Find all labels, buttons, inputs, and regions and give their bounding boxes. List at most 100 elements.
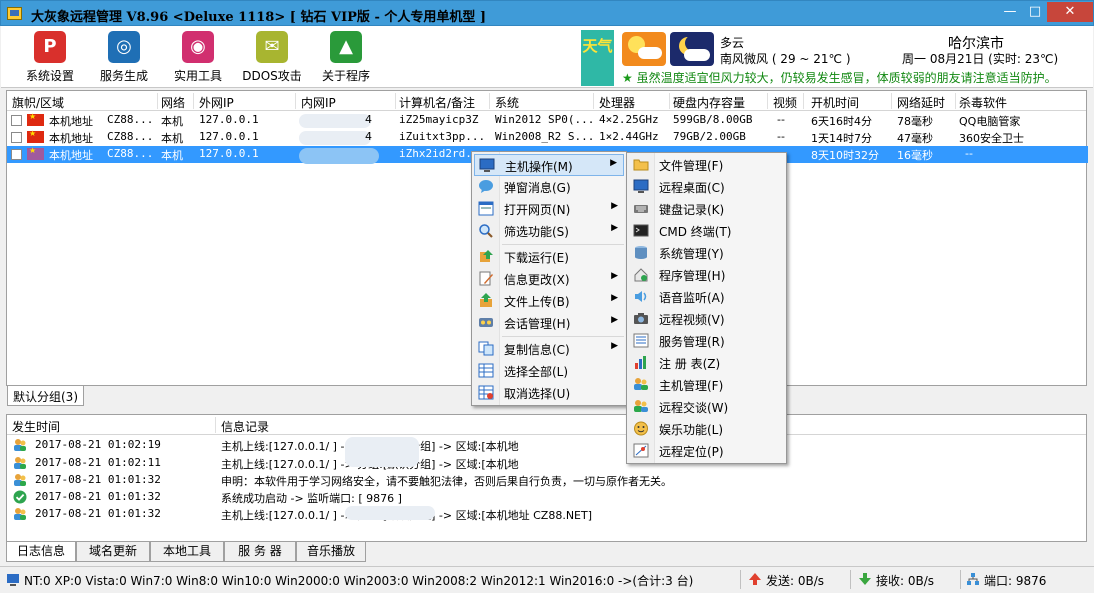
tab-domain-update[interactable]: 域名更新	[76, 542, 150, 562]
status-bar: NT:0 XP:0 Vista:0 Win7:0 Win8:0 Win10:0 …	[0, 566, 1094, 593]
cell-wan-ip: 127.0.0.1	[199, 113, 259, 126]
col-message[interactable]: 信息记录	[221, 418, 269, 435]
cell-region: 本机地址	[49, 132, 93, 145]
cell-latency: 47毫秒	[897, 132, 933, 145]
cell-wan-ip: 127.0.0.1	[199, 147, 259, 160]
menu-item-deselect[interactable]: 取消选择(U)	[474, 382, 624, 404]
submenu-item-remote-chat[interactable]: 远程交谈(W)	[629, 396, 785, 418]
tool-label: 实用工具	[173, 69, 222, 83]
submenu-item-remote-locate[interactable]: 远程定位(P)	[629, 440, 785, 462]
col-antivirus[interactable]: 杀毒软件	[959, 94, 1007, 111]
about-button[interactable]: ▲ 关于程序	[313, 31, 379, 84]
ddos-icon: ✉	[256, 31, 288, 63]
app-icon	[7, 7, 22, 20]
log-row: 2017-08-21 01:02:19 主机上线:[127.0.0.1/ ] -…	[7, 437, 1086, 454]
col-cpu[interactable]: 处理器	[599, 94, 635, 111]
check-icon	[13, 490, 27, 504]
china-flag-icon	[27, 112, 44, 126]
col-network[interactable]: 网络	[161, 94, 185, 111]
tab-local-tools[interactable]: 本地工具	[150, 542, 224, 562]
submenu-item-remote-video[interactable]: 远程视频(V)	[629, 308, 785, 330]
log-message: 系统成功启动 -> 监听端口: [ 9876 ]	[221, 492, 402, 505]
menu-item-select-all[interactable]: 选择全部(L)	[474, 360, 624, 382]
table-row[interactable]: 本机地址 CZ88... 本机 127.0.0.1 4 iZ25mayicp3Z…	[7, 112, 1088, 129]
submenu-item-entertainment[interactable]: 娱乐功能(L)	[629, 418, 785, 440]
cell-uptime: 8天10时32分	[811, 149, 879, 162]
row-checkbox[interactable]	[11, 132, 22, 143]
submenu-item-host-manage[interactable]: 主机管理(F)	[629, 374, 785, 396]
col-time[interactable]: 发生时间	[12, 418, 60, 435]
menu-item-session-manage[interactable]: 会话管理(H) ▶	[474, 312, 624, 334]
log-panel: 发生时间 信息记录 2017-08-21 01:02:19 主机上线:[127.…	[6, 414, 1087, 542]
submenu-arrow-icon: ▶	[611, 293, 618, 303]
cell-cpu: 4×2.25GHz	[599, 113, 659, 126]
maximize-button[interactable]: □	[1023, 2, 1047, 22]
submenu-item-system-manage[interactable]: 系统管理(Y)	[629, 242, 785, 264]
status-os-counts: NT:0 XP:0 Vista:0 Win7:0 Win8:0 Win10:0 …	[24, 574, 694, 588]
group-tab-default[interactable]: 默认分组(3)	[7, 386, 84, 406]
cell-disk-mem: 79GB/2.00GB	[673, 130, 746, 143]
col-uptime[interactable]: 开机时间	[811, 94, 859, 111]
row-checkbox[interactable]	[11, 115, 22, 126]
menu-item-download-run[interactable]: 下载运行(E)	[474, 246, 624, 268]
col-region[interactable]: 旗帜/区域	[12, 94, 64, 111]
china-flag-icon	[27, 129, 44, 143]
minimize-button[interactable]: —	[997, 2, 1023, 22]
col-os[interactable]: 系统	[495, 94, 519, 111]
network-port-icon	[967, 573, 979, 585]
menu-item-open-webpage[interactable]: 打开网页(N) ▶	[474, 198, 624, 220]
cell-antivirus: 360安全卫士	[959, 132, 1024, 145]
submenu-item-registry[interactable]: 注 册 表(Z)	[629, 352, 785, 374]
col-lan-ip[interactable]: 内网IP	[301, 94, 336, 111]
log-time: 2017-08-21 01:02:11	[35, 456, 161, 469]
menu-item-edit-info[interactable]: 信息更改(X) ▶	[474, 268, 624, 290]
menu-item-file-upload[interactable]: 文件上传(B) ▶	[474, 290, 624, 312]
info-icon	[14, 474, 26, 486]
submenu-item-cmd-terminal[interactable]: CMD 终端(T)	[629, 220, 785, 242]
col-computer[interactable]: 计算机名/备注	[399, 94, 475, 111]
filter-icon	[479, 224, 493, 238]
col-wan-ip[interactable]: 外网IP	[199, 94, 234, 111]
submenu-arrow-icon: ▶	[611, 341, 618, 351]
tab-log[interactable]: 日志信息	[6, 542, 76, 562]
tool-label: 服务生成	[99, 69, 148, 83]
col-video[interactable]: 视频	[773, 94, 797, 111]
terminal-icon	[633, 224, 649, 237]
tab-server[interactable]: 服 务 器	[224, 542, 296, 562]
audio-icon	[635, 291, 647, 302]
menu-item-copy-info[interactable]: 复制信息(C) ▶	[474, 338, 624, 360]
service-generate-button[interactable]: ◎ 服务生成	[91, 31, 157, 84]
tab-music[interactable]: 音乐播放	[296, 542, 366, 562]
menu-item-filter[interactable]: 筛选功能(S) ▶	[474, 220, 624, 242]
system-icon	[635, 246, 647, 259]
user-online-icon	[14, 508, 26, 520]
cell-uptime: 1天14时7分	[811, 132, 872, 145]
log-time: 2017-08-21 01:01:32	[35, 473, 161, 486]
cell-region-note: CZ88...	[107, 147, 154, 160]
table-row[interactable]: 本机地址 CZ88... 本机 127.0.0.1 4 iZuitxt3pp..…	[7, 129, 1088, 146]
title-bar: 大灰象远程管理 V8.96 <Deluxe 1118> [ 钻石 VIP版 - …	[0, 0, 1094, 26]
col-latency[interactable]: 网络延时	[897, 94, 945, 111]
submenu-item-program-manage[interactable]: 程序管理(H)	[629, 264, 785, 286]
submenu-item-file-manage[interactable]: 文件管理(F)	[629, 154, 785, 176]
program-icon	[634, 268, 648, 282]
menu-item-popup-message[interactable]: 弹窗消息(G)	[474, 176, 624, 198]
redacted-lan-ip	[299, 114, 371, 128]
cell-os: Win2008_R2 S...	[495, 130, 595, 143]
system-settings-button[interactable]: P 系统设置	[17, 31, 83, 84]
menu-item-host-operation[interactable]: 主机操作(M) ▶	[474, 154, 624, 176]
cell-network: 本机	[161, 149, 183, 162]
log-time: 2017-08-21 01:01:32	[35, 507, 161, 520]
user-online-icon	[14, 457, 26, 469]
cell-os: Win2012 SP0(...	[495, 113, 595, 126]
ddos-attack-button[interactable]: ✉ DDOS攻击	[239, 31, 305, 84]
utility-tools-button[interactable]: ◉ 实用工具	[165, 31, 231, 84]
row-checkbox[interactable]	[11, 149, 22, 160]
col-disk-mem[interactable]: 硬盘内存容量	[673, 94, 745, 111]
close-button[interactable]: ✕	[1047, 2, 1093, 22]
submenu-item-keylogger[interactable]: 键盘记录(K)	[629, 198, 785, 220]
submenu-item-audio-monitor[interactable]: 语音监听(A)	[629, 286, 785, 308]
submenu-item-remote-desktop[interactable]: 远程桌面(C)	[629, 176, 785, 198]
submenu-item-service-manage[interactable]: 服务管理(R)	[629, 330, 785, 352]
status-recv: 接收: 0B/s	[876, 574, 935, 588]
